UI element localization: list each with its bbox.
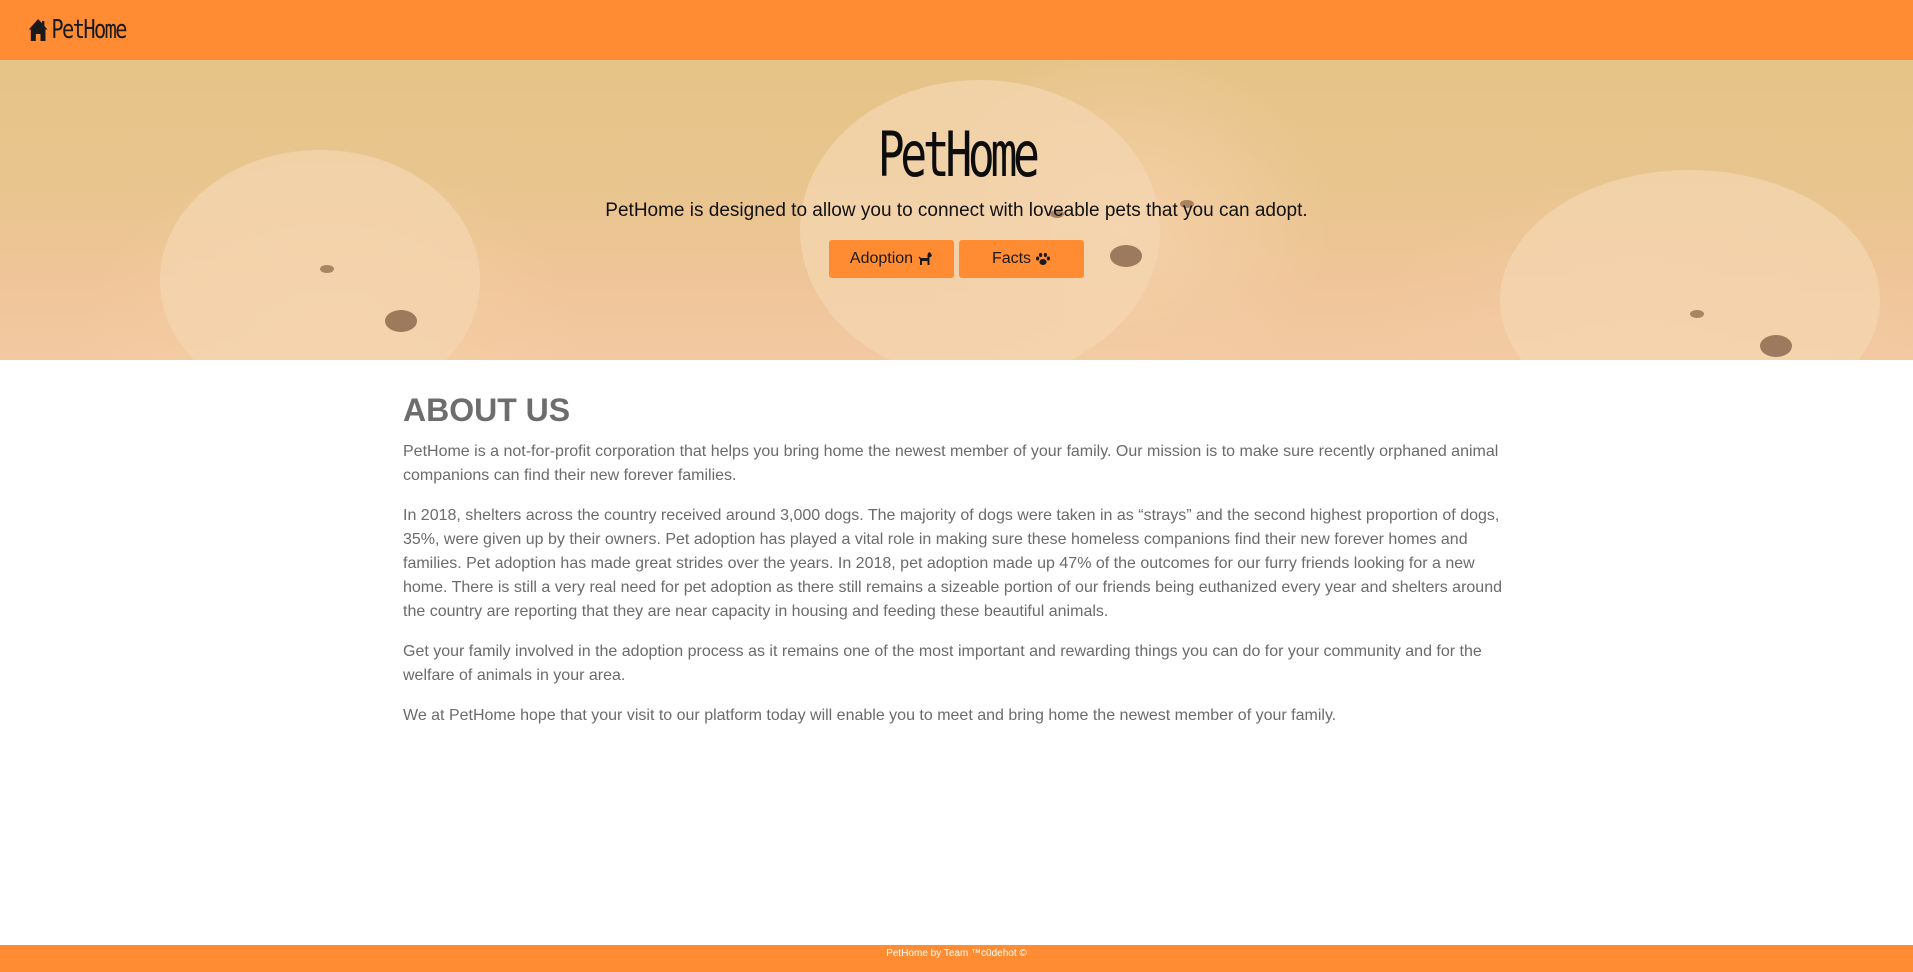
puppy-nose (385, 310, 417, 332)
hero-subtitle: PetHome is designed to allow you to conn… (605, 200, 1308, 221)
facts-button[interactable]: Facts (959, 240, 1084, 278)
brand-name: PetHome (51, 15, 127, 45)
puppy-eye (1690, 310, 1704, 318)
footer-text: PetHome by Team ™c0dehot © (886, 948, 1027, 959)
about-paragraph: PetHome is a not-for-profit corporation … (403, 443, 1499, 485)
hero-banner: PetHome PetHome is designed to allow you… (0, 60, 1913, 360)
about-section: ABOUT US PetHome is a not-for-profit cor… (403, 392, 1513, 744)
about-paragraph: In 2018, shelters across the country rec… (403, 507, 1502, 621)
about-paragraph: We at PetHome hope that your visit to ou… (403, 707, 1337, 725)
dog-icon (918, 252, 933, 265)
brand-link[interactable]: PetHome (28, 15, 128, 45)
hero-button-group: Adoption Facts (0, 240, 1913, 278)
about-heading: ABOUT US (403, 392, 571, 428)
hero-content: PetHome PetHome is designed to allow you… (0, 60, 1913, 278)
adoption-button-label: Adoption (849, 250, 914, 267)
page-footer: PetHome by Team ™c0dehot © (0, 945, 1913, 972)
puppy-nose (1760, 335, 1792, 357)
top-navbar: PetHome (0, 0, 1913, 60)
facts-button-label: Facts (991, 250, 1032, 267)
home-icon (28, 19, 48, 41)
hero-title: PetHome (877, 118, 1040, 191)
paw-icon (1036, 252, 1051, 265)
about-paragraph: Get your family involved in the adoption… (403, 643, 1482, 685)
adoption-button[interactable]: Adoption (829, 240, 954, 278)
